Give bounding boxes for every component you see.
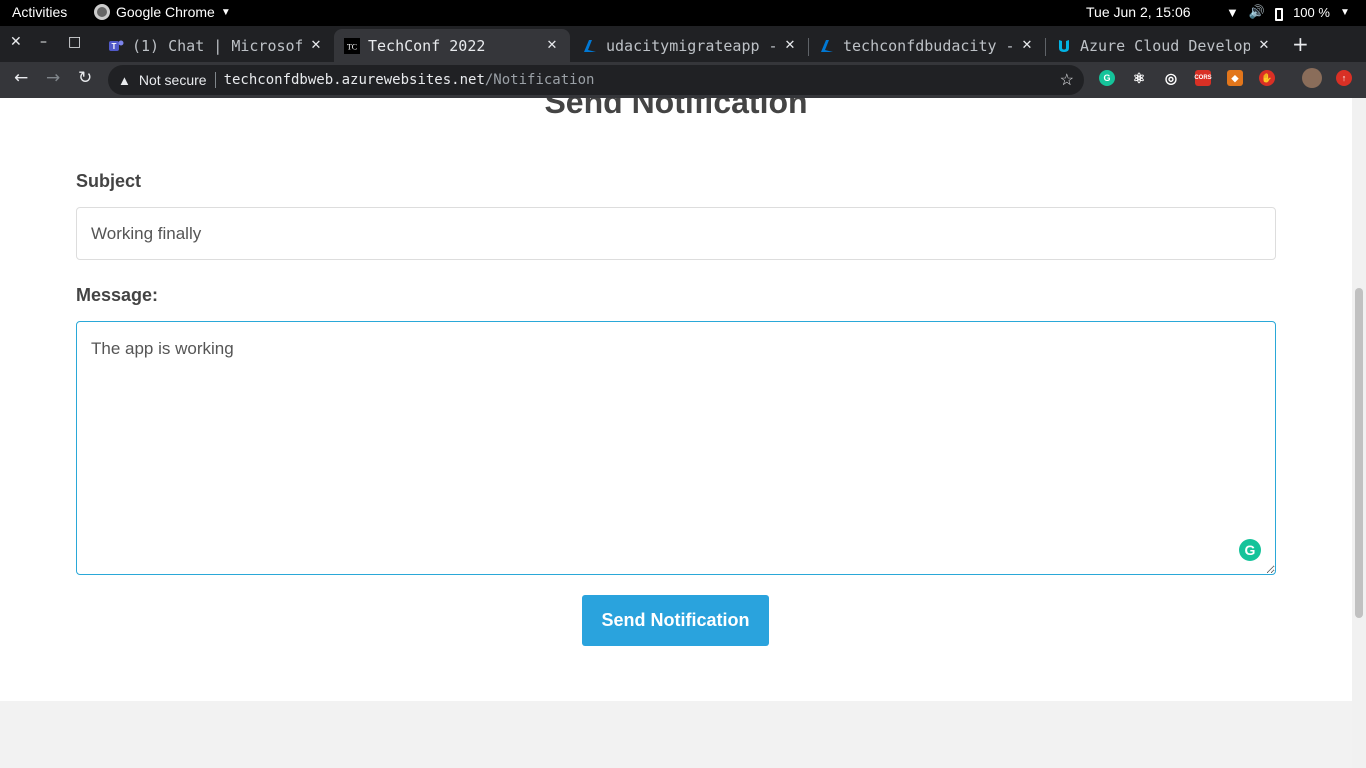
message-label: Message: <box>76 285 159 305</box>
close-icon[interactable]: ✕ <box>782 38 798 53</box>
scrollbar-thumb[interactable] <box>1355 288 1363 618</box>
browser-toolbar: ← → ↻ ▲ Not secure techconfdbweb.azurewe… <box>0 62 1366 98</box>
chevron-down-icon: ▼ <box>220 6 231 18</box>
udacity-icon <box>1056 38 1072 54</box>
metamask-icon[interactable]: ◆ <box>1227 70 1243 86</box>
address-bar[interactable]: ▲ Not secure techconfdbweb.azurewebsites… <box>108 65 1084 95</box>
security-status[interactable]: Not secure <box>139 72 207 88</box>
tab-title: udacitymigrateapp - <box>606 36 776 55</box>
forward-arrow-icon[interactable]: → <box>46 68 60 88</box>
tab-techconf[interactable]: TC TechConf 2022 ✕ <box>334 29 570 62</box>
chrome-logo-icon <box>94 4 110 20</box>
tab-udacitymigrateapp[interactable]: udacitymigrateapp - ✕ <box>572 29 808 62</box>
tab-title: Azure Cloud Develop <box>1080 36 1250 55</box>
window-close-icon[interactable]: ✕ <box>10 34 22 50</box>
battery-icon <box>1275 7 1284 21</box>
techconf-icon: TC <box>344 37 360 54</box>
tab-title: TechConf 2022 <box>368 36 486 55</box>
divider <box>214 72 216 88</box>
volume-icon: 🔊 <box>1248 4 1266 19</box>
svg-text:T: T <box>112 42 117 51</box>
close-icon[interactable]: ✕ <box>1256 38 1272 53</box>
tab-techconfdbudacity[interactable]: techconfdbudacity - ✕ <box>809 29 1045 62</box>
system-status-area[interactable]: ▼ 🔊 100 % ▼ <box>1226 4 1350 21</box>
teams-icon: T <box>108 38 124 54</box>
system-top-bar: Activities Google Chrome ▼ Tue Jun 2, 15… <box>0 0 1366 26</box>
window-minimize-icon[interactable]: – <box>40 34 47 50</box>
battery-percent: 100 % <box>1293 4 1330 20</box>
window-maximize-icon[interactable]: □ <box>68 34 81 50</box>
close-icon[interactable]: ✕ <box>1019 38 1035 53</box>
tab-azure-cloud-developer[interactable]: Azure Cloud Develop ✕ <box>1046 29 1282 62</box>
warning-icon[interactable]: ▲ <box>118 73 131 88</box>
subject-input[interactable] <box>76 207 1276 260</box>
page-content: Send Notification Subject Message: The a… <box>0 98 1352 768</box>
send-notification-button[interactable]: Send Notification <box>582 595 769 646</box>
grammarly-widget-icon[interactable]: G <box>1239 539 1261 561</box>
profile-avatar[interactable] <box>1302 68 1322 88</box>
azure-icon <box>819 38 835 54</box>
cors-icon[interactable]: CORS <box>1194 70 1212 86</box>
app-name: Google Chrome <box>116 4 215 20</box>
update-icon[interactable]: ↑ <box>1336 70 1352 86</box>
react-devtools-icon[interactable]: ⚛ <box>1131 70 1147 86</box>
app-menu[interactable]: Google Chrome ▼ <box>94 4 231 20</box>
svg-text:TC: TC <box>347 42 357 51</box>
footer <box>0 701 1352 768</box>
close-icon[interactable]: ✕ <box>544 38 560 53</box>
grammarly-icon[interactable]: G <box>1099 70 1115 86</box>
activities-button[interactable]: Activities <box>12 4 67 20</box>
page-title: Send Notification <box>544 98 808 120</box>
message-textarea[interactable]: The app is working <box>76 321 1276 575</box>
page-scrollbar[interactable] <box>1352 98 1366 768</box>
back-arrow-icon[interactable]: ← <box>14 68 28 88</box>
tab-teams-chat[interactable]: T (1) Chat | Microsof ✕ <box>98 29 334 62</box>
new-tab-button[interactable]: + <box>1292 32 1309 56</box>
url-host: techconfdbweb.azurewebsites.net <box>223 72 485 88</box>
bookmark-star-icon[interactable]: ☆ <box>1060 70 1074 90</box>
tab-title: techconfdbudacity - <box>843 36 1013 55</box>
subject-label: Subject <box>76 171 142 191</box>
chevron-down-icon: ▼ <box>1339 6 1350 18</box>
target-icon[interactable]: ◎ <box>1163 70 1179 86</box>
reload-icon[interactable]: ↻ <box>78 68 92 88</box>
hand-icon[interactable]: ✋ <box>1259 70 1275 86</box>
tab-title: (1) Chat | Microsof <box>132 36 302 55</box>
wifi-icon: ▼ <box>1226 4 1239 20</box>
azure-icon <box>582 38 598 54</box>
close-icon[interactable]: ✕ <box>308 38 324 53</box>
url-path: /Notification <box>484 72 595 88</box>
tab-strip: ✕ – □ T (1) Chat | Microsof ✕ TC TechCon… <box>0 26 1366 62</box>
clock[interactable]: Tue Jun 2, 15:06 <box>1086 4 1191 20</box>
